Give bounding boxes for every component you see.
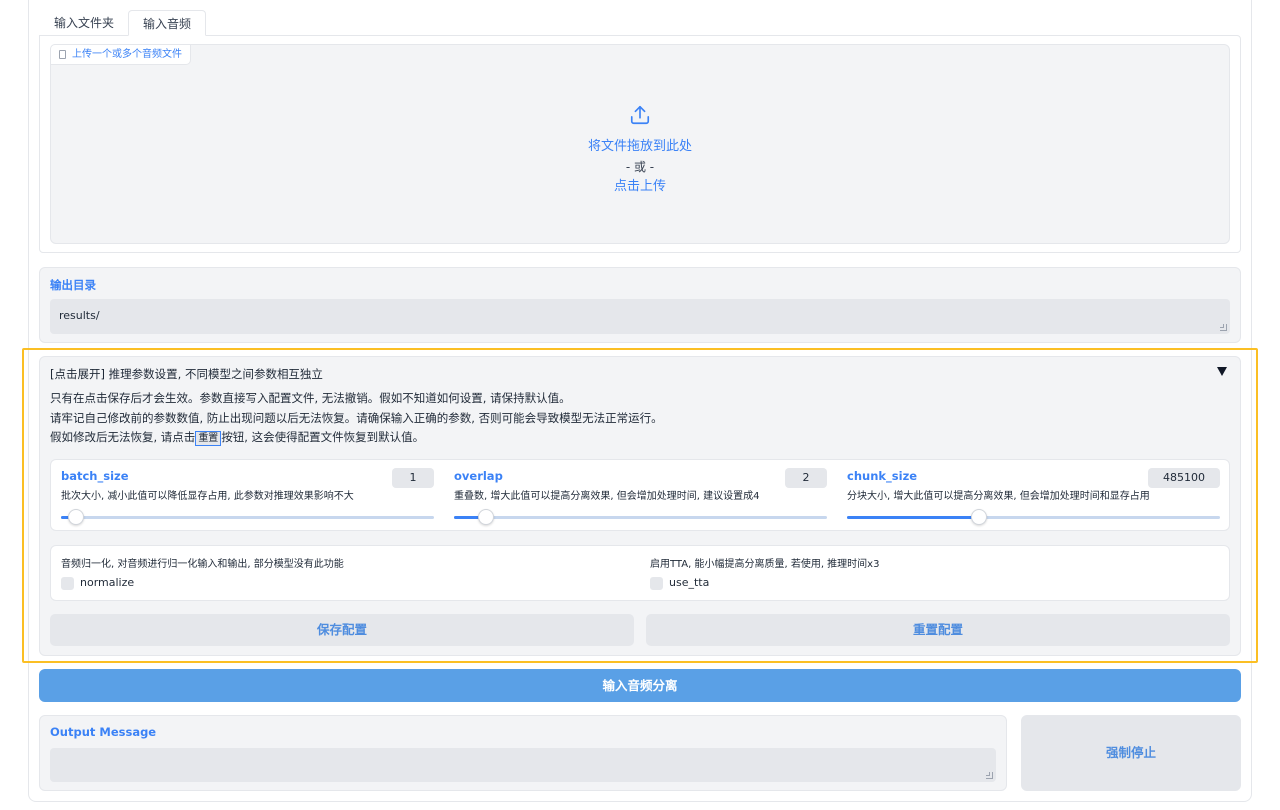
output-dir-label: 输出目录 (50, 278, 96, 292)
chunk-size-label: chunk_size (847, 469, 918, 483)
overlap-label: overlap (454, 469, 503, 483)
normalize-checkbox[interactable] (61, 577, 74, 590)
upload-prompt[interactable]: 将文件拖放到此处 - 或 - 点击上传 (540, 104, 740, 197)
chunk-size-thumb[interactable] (971, 509, 987, 525)
overlap-number[interactable]: 2 (785, 468, 827, 488)
use-tta-desc: 启用TTA, 能小幅提高分离质量, 若使用, 推理时间x3 (650, 559, 880, 570)
tab-input-folder[interactable]: 输入文件夹 (40, 10, 128, 36)
chunk-size-fill (847, 516, 979, 519)
chunk-size-desc: 分块大小, 增大此值可以提高分离效果, 但会增加处理时间和显存占用 (847, 491, 1150, 502)
tab-input-audio[interactable]: 输入音频 (128, 10, 207, 36)
info-line-2: 请牢记自己修改前的参数数值, 防止出现问题以后无法恢复。请确保输入正确的参数, … (50, 411, 663, 425)
info-line-3: 假如修改后无法恢复, 请点击 重置 按钮, 这会使得配置文件恢复到默认值。 (50, 429, 424, 446)
info-line-3-after: 按钮, 这会使得配置文件恢复到默认值。 (221, 430, 425, 444)
normalize-label[interactable]: normalize (80, 576, 134, 589)
output-dir-value: results/ (59, 309, 100, 322)
slider-group: batch_size 批次大小, 减小此值可以降低显存占用, 此参数对推理效果影… (50, 459, 1230, 531)
output-message-textarea[interactable] (50, 748, 996, 782)
checkbox-group: 音频归一化, 对音频进行归一化输入和输出, 部分模型没有此功能 normaliz… (50, 545, 1230, 601)
resize-grip-icon[interactable] (986, 772, 993, 779)
overlap-desc: 重叠数, 增大此值可以提高分离效果, 但会增加处理时间, 建议设置成4 (454, 491, 760, 502)
info-line-1: 只有在点击保存后才会生效。参数直接写入配置文件, 无法撤销。假如不知道如何设置,… (50, 391, 571, 405)
upload-label: 上传一个或多个音频文件 (50, 44, 191, 65)
accordion-title[interactable]: [点击展开] 推理参数设置, 不同模型之间参数相互独立 (50, 366, 323, 382)
batch-size-slider: batch_size 批次大小, 减小此值可以降低显存占用, 此参数对推理效果影… (61, 460, 434, 530)
normalize-desc: 音频归一化, 对音频进行归一化输入和输出, 部分模型没有此功能 (61, 559, 344, 570)
batch-size-thumb[interactable] (68, 509, 84, 525)
click-upload-link[interactable]: 点击上传 (540, 177, 740, 197)
reset-inline-code: 重置 (195, 431, 222, 446)
use-tta-checkbox[interactable] (650, 577, 663, 590)
overlap-thumb[interactable] (478, 509, 494, 525)
force-stop-button[interactable]: 强制停止 (1021, 715, 1241, 791)
chunk-size-track[interactable] (847, 516, 1220, 519)
input-tabs: 输入文件夹 输入音频 (40, 10, 207, 36)
caret-down-icon[interactable] (1217, 367, 1227, 376)
batch-size-label: batch_size (61, 469, 129, 483)
chunk-size-slider: chunk_size 分块大小, 增大此值可以提高分离效果, 但会增加处理时间和… (847, 460, 1220, 530)
chunk-size-number[interactable]: 485100 (1148, 468, 1220, 488)
file-icon (59, 50, 66, 59)
resize-grip-icon[interactable] (1220, 324, 1227, 331)
or-text: - 或 - (625, 160, 655, 174)
info-line-3-before: 假如修改后无法恢复, 请点击 (50, 430, 196, 444)
use-tta-label[interactable]: use_tta (669, 576, 709, 589)
reset-config-button[interactable]: 重置配置 (646, 614, 1230, 646)
drop-text: 将文件拖放到此处 (587, 139, 692, 154)
batch-size-track[interactable] (61, 516, 434, 519)
output-message-label: Output Message (50, 725, 157, 739)
overlap-slider: overlap 重叠数, 增大此值可以提高分离效果, 但会增加处理时间, 建议设… (454, 460, 827, 530)
separate-audio-button[interactable]: 输入音频分离 (39, 669, 1241, 702)
overlap-track[interactable] (454, 516, 827, 519)
batch-size-number[interactable]: 1 (392, 468, 434, 488)
output-dir-input[interactable]: results/ (50, 299, 1230, 334)
batch-size-desc: 批次大小, 减小此值可以降低显存占用, 此参数对推理效果影响不大 (61, 491, 354, 502)
upload-label-text: 上传一个或多个音频文件 (72, 48, 182, 60)
save-config-button[interactable]: 保存配置 (50, 614, 634, 646)
upload-icon (630, 105, 650, 125)
